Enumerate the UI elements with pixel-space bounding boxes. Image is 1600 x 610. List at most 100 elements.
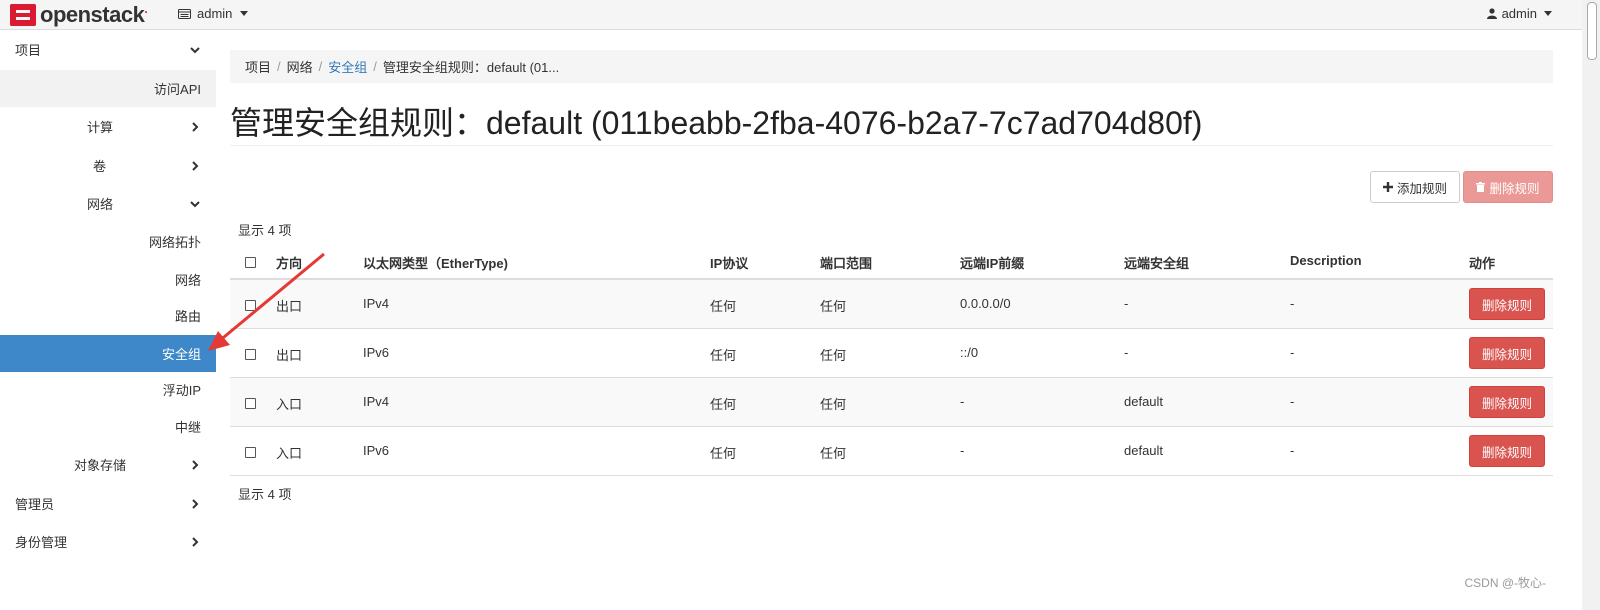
openstack-logo[interactable]: openstack. xyxy=(10,2,148,27)
delete-rules-label: 删除规则 xyxy=(1489,181,1540,196)
column-header[interactable]: Description xyxy=(1290,253,1362,268)
cell-remote-group: - xyxy=(1124,345,1129,360)
chevron-down-icon xyxy=(190,46,200,53)
top-navbar: openstack. admin admin xyxy=(0,0,1600,30)
logo-text: openstack xyxy=(40,2,145,27)
sidebar-item-api-access[interactable]: 访问API xyxy=(0,70,216,107)
project-name: admin xyxy=(197,6,233,21)
cell-ethertype: IPv6 xyxy=(363,345,390,360)
row-checkbox[interactable] xyxy=(245,349,256,360)
cell-protocol: 任何 xyxy=(710,446,737,461)
cell-direction: 出口 xyxy=(276,299,303,314)
sidebar-item-label: 卷 xyxy=(93,159,107,174)
chevron-right-icon xyxy=(192,498,199,509)
table-row: 入口 IPv4 任何 任何 - default - 删除规则 xyxy=(230,378,1553,427)
cell-protocol: 任何 xyxy=(710,397,737,412)
sidebar-item-floating-ips[interactable]: 浮动IP xyxy=(0,371,216,408)
caret-down-icon xyxy=(240,11,249,16)
project-icon xyxy=(178,8,191,19)
chevron-right-icon xyxy=(192,160,199,171)
cell-remote-ip: - xyxy=(960,394,965,409)
chevron-down-icon xyxy=(190,200,200,207)
item-count-bottom: 显示 4 项 xyxy=(238,487,292,502)
cell-ethertype: IPv6 xyxy=(363,443,390,458)
column-header[interactable]: 端口范围 xyxy=(820,253,872,272)
project-switcher[interactable]: admin xyxy=(178,6,249,21)
sidebar-item-project[interactable]: 项目 xyxy=(0,31,216,68)
delete-rule-button[interactable]: 删除规则 xyxy=(1469,386,1545,418)
delete-rule-button[interactable]: 删除规则 xyxy=(1469,288,1545,320)
sidebar-item-network[interactable]: 网络 xyxy=(0,185,216,222)
cell-remote-ip: 0.0.0.0/0 xyxy=(960,296,1011,311)
page-scrollbar[interactable] xyxy=(1582,0,1600,610)
sidebar-item-routers[interactable]: 路由 xyxy=(0,297,216,334)
sidebar-item-label: 管理员 xyxy=(15,497,55,512)
sidebar-item-label: 对象存储 xyxy=(74,458,127,473)
item-count-top: 显示 4 项 xyxy=(238,223,292,238)
delete-rule-button[interactable]: 删除规则 xyxy=(1469,435,1545,467)
plus-icon xyxy=(1382,182,1393,192)
cell-remote-ip: - xyxy=(960,443,965,458)
sidebar-item-networks[interactable]: 网络 xyxy=(0,261,216,298)
delete-rule-button[interactable]: 删除规则 xyxy=(1469,337,1545,369)
chevron-right-icon xyxy=(192,459,199,470)
column-header: 动作 xyxy=(1469,256,1496,271)
caret-down-icon xyxy=(1544,11,1552,16)
sidebar-item-security-groups[interactable]: 安全组 xyxy=(0,335,216,372)
select-all-checkbox[interactable] xyxy=(245,257,256,268)
cell-direction: 出口 xyxy=(276,348,303,363)
sidebar-item-label: 项目 xyxy=(15,43,42,58)
sidebar-item-label: 网络 xyxy=(174,273,201,288)
sidebar-item-label: 身份管理 xyxy=(15,535,68,550)
table-row: 出口 IPv4 任何 任何 0.0.0.0/0 - - 删除规则 xyxy=(230,280,1553,329)
sidebar-item-network-topology[interactable]: 网络拓扑 xyxy=(0,223,216,260)
sidebar-item-label: 安全组 xyxy=(161,347,201,362)
user-menu[interactable]: admin xyxy=(1486,6,1552,21)
table-row: 出口 IPv6 任何 任何 ::/0 - - 删除规则 xyxy=(230,329,1553,378)
breadcrumb-item: 项目 xyxy=(245,60,272,75)
page-title: 管理安全组规则：default (011beabb-2fba-4076-b2a7… xyxy=(230,105,1203,141)
cell-protocol: 任何 xyxy=(710,299,737,314)
cell-remote-group: - xyxy=(1124,296,1129,311)
column-header[interactable]: 远端安全组 xyxy=(1124,253,1189,272)
table-row: 入口 IPv6 任何 任何 - default - 删除规则 xyxy=(230,427,1553,476)
cell-port-range: 任何 xyxy=(820,299,847,314)
breadcrumb-item: 网络 xyxy=(286,60,313,75)
sidebar-item-volumes[interactable]: 卷 xyxy=(0,147,216,184)
scrollbar-thumb[interactable] xyxy=(1587,2,1597,60)
chevron-right-icon xyxy=(192,121,199,132)
openstack-logo-icon xyxy=(10,4,36,26)
add-rule-button[interactable]: 添加规则 xyxy=(1370,171,1460,203)
column-header[interactable]: 方向 xyxy=(276,253,302,272)
column-header[interactable]: 远端IP前缀 xyxy=(960,253,1024,272)
cell-remote-group: default xyxy=(1124,443,1164,458)
cell-direction: 入口 xyxy=(276,446,303,461)
breadcrumb-current: 管理安全组规则：default (01... xyxy=(382,60,560,75)
row-checkbox[interactable] xyxy=(245,300,256,311)
sidebar-item-object-store[interactable]: 对象存储 xyxy=(0,446,216,483)
trash-icon xyxy=(1476,182,1486,192)
sidebar-item-admin[interactable]: 管理员 xyxy=(0,485,216,522)
sidebar-item-identity[interactable]: 身份管理 xyxy=(0,523,216,560)
sidebar-item-compute[interactable]: 计算 xyxy=(0,108,216,145)
cell-remote-group: default xyxy=(1124,394,1164,409)
cell-description: - xyxy=(1290,296,1295,311)
sidebar-item-label: 中继 xyxy=(174,420,201,435)
cell-protocol: 任何 xyxy=(710,348,737,363)
breadcrumb-link-security-groups[interactable]: 安全组 xyxy=(328,57,367,76)
delete-rules-button[interactable]: 删除规则 xyxy=(1463,171,1553,203)
sidebar-item-label: 访问API xyxy=(154,82,201,97)
row-checkbox[interactable] xyxy=(245,398,256,409)
user-icon xyxy=(1486,8,1497,19)
chevron-right-icon xyxy=(192,536,199,547)
cell-remote-ip: ::/0 xyxy=(960,345,979,360)
column-header[interactable]: 以太网类型（EtherType) xyxy=(363,253,508,272)
row-checkbox[interactable] xyxy=(245,447,256,458)
divider xyxy=(230,145,1553,146)
column-header[interactable]: IP协议 xyxy=(710,253,748,272)
sidebar-item-label: 网络拓扑 xyxy=(148,235,201,250)
breadcrumb: 项目 / 网络 / 安全组 / 管理安全组规则：default (01... xyxy=(230,50,1553,83)
cell-ethertype: IPv4 xyxy=(363,394,390,409)
cell-description: - xyxy=(1290,443,1295,458)
sidebar-item-trunks[interactable]: 中继 xyxy=(0,408,216,445)
